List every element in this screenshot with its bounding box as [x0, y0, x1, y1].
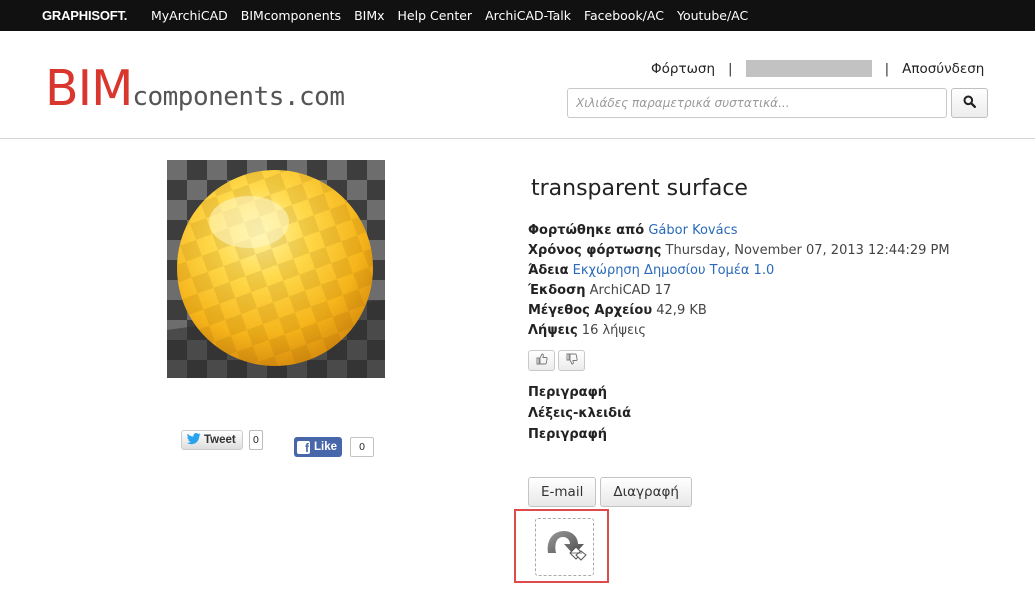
- site-header: BIMcomponents.com Φόρτωση | | Αποσύνδεση: [0, 31, 1035, 139]
- search-input[interactable]: [567, 88, 947, 118]
- top-navigation-bar: GRAPHISOFT. MyArchiCAD BIMcomponents BIM…: [0, 0, 1035, 31]
- graphisoft-brand[interactable]: GRAPHISOFT.: [42, 8, 127, 23]
- thumbs-up-button[interactable]: [528, 350, 555, 371]
- meta-uploader-row: Φορτώθηκε από Gábor Kovács: [528, 221, 950, 241]
- upload-time-value: Thursday, November 07, 2013 12:44:29 PM: [665, 243, 950, 258]
- upload-time-label: Χρόνος φόρτωσης: [528, 243, 662, 258]
- meta-version-row: Έκδοση ArchiCAD 17: [528, 281, 950, 301]
- thumbs-down-button[interactable]: [558, 350, 585, 371]
- nav-link-youtube[interactable]: Youtube/AC: [677, 8, 748, 23]
- license-label: Άδεια: [528, 263, 569, 278]
- meta-upload-time-row: Χρόνος φόρτωσης Thursday, November 07, 2…: [528, 241, 950, 261]
- gdl-object-thumbnail[interactable]: [535, 518, 594, 576]
- user-bar: Φόρτωση | | Αποσύνδεση: [651, 60, 984, 77]
- like-count: 0: [350, 437, 375, 457]
- meta-downloads-row: Λήψεις 16 λήψεις: [528, 321, 950, 341]
- delete-button[interactable]: Διαγραφή: [600, 477, 692, 507]
- search-button[interactable]: [951, 88, 988, 118]
- highlighted-object-thumbnail[interactable]: [514, 509, 609, 583]
- search-form: [567, 88, 988, 118]
- top-nav-links: MyArchiCAD BIMcomponents BIMx Help Cente…: [151, 8, 748, 23]
- separator: |: [884, 60, 890, 77]
- tweet-widget: Tweet 0: [181, 430, 264, 450]
- license-link[interactable]: Εκχώρηση Δημοσίου Τομέα 1.0: [573, 263, 775, 278]
- nav-link-help-center[interactable]: Help Center: [398, 8, 473, 23]
- gdl-object-icon: [540, 523, 590, 571]
- uploader-link[interactable]: Gábor Kovács: [648, 223, 737, 238]
- facebook-like-widget: f Like 0: [294, 437, 375, 457]
- nav-link-archicad-talk[interactable]: ArchiCAD-Talk: [485, 8, 571, 23]
- description-heading-2: Περιγραφή: [528, 427, 608, 442]
- meta-filesize-row: Μέγεθος Αρχείου 42,9 KB: [528, 301, 950, 321]
- nav-link-bimcomponents[interactable]: BIMcomponents: [241, 8, 341, 23]
- tweet-button[interactable]: Tweet: [181, 430, 243, 450]
- logo-domain-text: components.com: [132, 82, 345, 112]
- logout-link[interactable]: Αποσύνδεση: [902, 61, 984, 77]
- search-icon: [963, 95, 977, 112]
- like-label: Like: [314, 441, 338, 453]
- logo-bim-text: BIM: [45, 60, 133, 117]
- tweet-count: 0: [248, 430, 264, 450]
- nav-link-bimx[interactable]: BIMx: [354, 8, 384, 23]
- downloads-label: Λήψεις: [528, 323, 578, 338]
- vote-buttons: [528, 350, 585, 371]
- description-heading: Περιγραφή: [528, 385, 608, 400]
- filesize-label: Μέγεθος Αρχείου: [528, 303, 653, 318]
- downloads-value: 16 λήψεις: [581, 323, 647, 338]
- facebook-like-button[interactable]: f Like: [294, 437, 343, 457]
- nav-link-facebook[interactable]: Facebook/AC: [584, 8, 664, 23]
- version-label: Έκδοση: [528, 283, 586, 298]
- upload-link[interactable]: Φόρτωση: [651, 61, 715, 77]
- action-buttons: E-mail Διαγραφή: [528, 477, 692, 507]
- redacted-username[interactable]: [745, 60, 872, 77]
- separator: |: [728, 60, 733, 77]
- uploaded-by-label: Φορτώθηκε από: [528, 223, 645, 238]
- thumbs-up-icon: [536, 353, 548, 369]
- description-section: Περιγραφή Λέξεις-κλειδιά Περιγραφή: [528, 382, 631, 445]
- facebook-icon: f: [297, 440, 310, 454]
- email-button[interactable]: E-mail: [528, 477, 597, 507]
- component-preview-image: [167, 160, 385, 378]
- twitter-bird-icon: [187, 432, 201, 448]
- component-metadata: Φορτώθηκε από Gábor Kovács Χρόνος φόρτωσ…: [528, 221, 950, 341]
- version-value: ArchiCAD 17: [589, 283, 672, 298]
- thumbs-down-icon: [566, 353, 578, 369]
- component-title: transparent surface: [531, 176, 748, 201]
- keywords-heading: Λέξεις-κλειδιά: [528, 406, 632, 421]
- filesize-value: 42,9 KB: [656, 303, 707, 318]
- bimcomponents-logo[interactable]: BIMcomponents.com: [45, 63, 345, 115]
- nav-link-myarchicad[interactable]: MyArchiCAD: [151, 8, 228, 23]
- meta-license-row: Άδεια Εκχώρηση Δημοσίου Τομέα 1.0: [528, 261, 950, 281]
- tweet-label: Tweet: [204, 434, 236, 446]
